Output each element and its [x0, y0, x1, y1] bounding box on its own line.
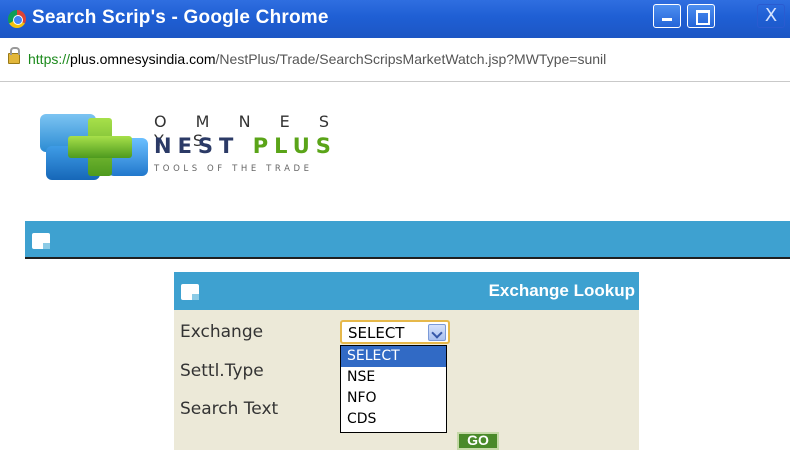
search-text-label: Search Text [180, 399, 279, 419]
note-icon [32, 233, 50, 249]
exchange-option-cds[interactable]: CDS [341, 409, 446, 430]
exchange-lookup-panel: Exchange Lookup Exchange Settl.Type Sear… [174, 272, 639, 450]
url-text[interactable]: https://plus.omnesysindia.com/NestPlus/T… [28, 51, 606, 67]
exchange-option-select[interactable]: SELECT [341, 346, 446, 367]
settl-type-label: Settl.Type [180, 361, 264, 381]
exchange-option-nse[interactable]: NSE [341, 367, 446, 388]
url-host: plus.omnesysindia.com [70, 51, 216, 67]
url-scheme: https:// [28, 51, 71, 67]
panel-title: Exchange Lookup [488, 281, 635, 300]
exchange-select-value: SELECT [348, 324, 405, 342]
exchange-select[interactable]: SELECT [340, 320, 450, 344]
chrome-logo-icon [8, 10, 26, 28]
brand-product: NEST PLUS [154, 134, 337, 158]
brand-tagline: TOOLS OF THE TRADE [154, 164, 313, 174]
window-title: Search Scrip's - Google Chrome [32, 7, 329, 28]
brand-plus: PLUS [252, 134, 337, 158]
close-button[interactable]: X [757, 4, 785, 28]
panel-header: Exchange Lookup [174, 272, 639, 310]
exchange-dropdown-list: SELECT NSE NFO CDS [340, 345, 447, 433]
lock-icon [8, 47, 20, 64]
brand-nest: NEST [154, 134, 240, 158]
go-button[interactable]: GO [457, 432, 499, 450]
minimize-button[interactable] [653, 4, 681, 28]
chevron-down-icon[interactable] [428, 324, 446, 341]
puzzle-plus-icon [40, 114, 150, 180]
omnesys-nest-plus-logo: O M N E S Y S NEST PLUS TOOLS OF THE TRA… [40, 108, 370, 188]
exchange-label: Exchange [180, 322, 264, 342]
main-header-bar [25, 221, 790, 259]
url-path: /NestPlus/Trade/SearchScripsMarketWatch.… [215, 51, 607, 67]
address-bar[interactable]: https://plus.omnesysindia.com/NestPlus/T… [0, 38, 790, 82]
window-titlebar: Search Scrip's - Google Chrome X [0, 0, 790, 38]
note-icon [181, 284, 199, 300]
maximize-button[interactable] [687, 4, 715, 28]
exchange-option-nfo[interactable]: NFO [341, 388, 446, 409]
